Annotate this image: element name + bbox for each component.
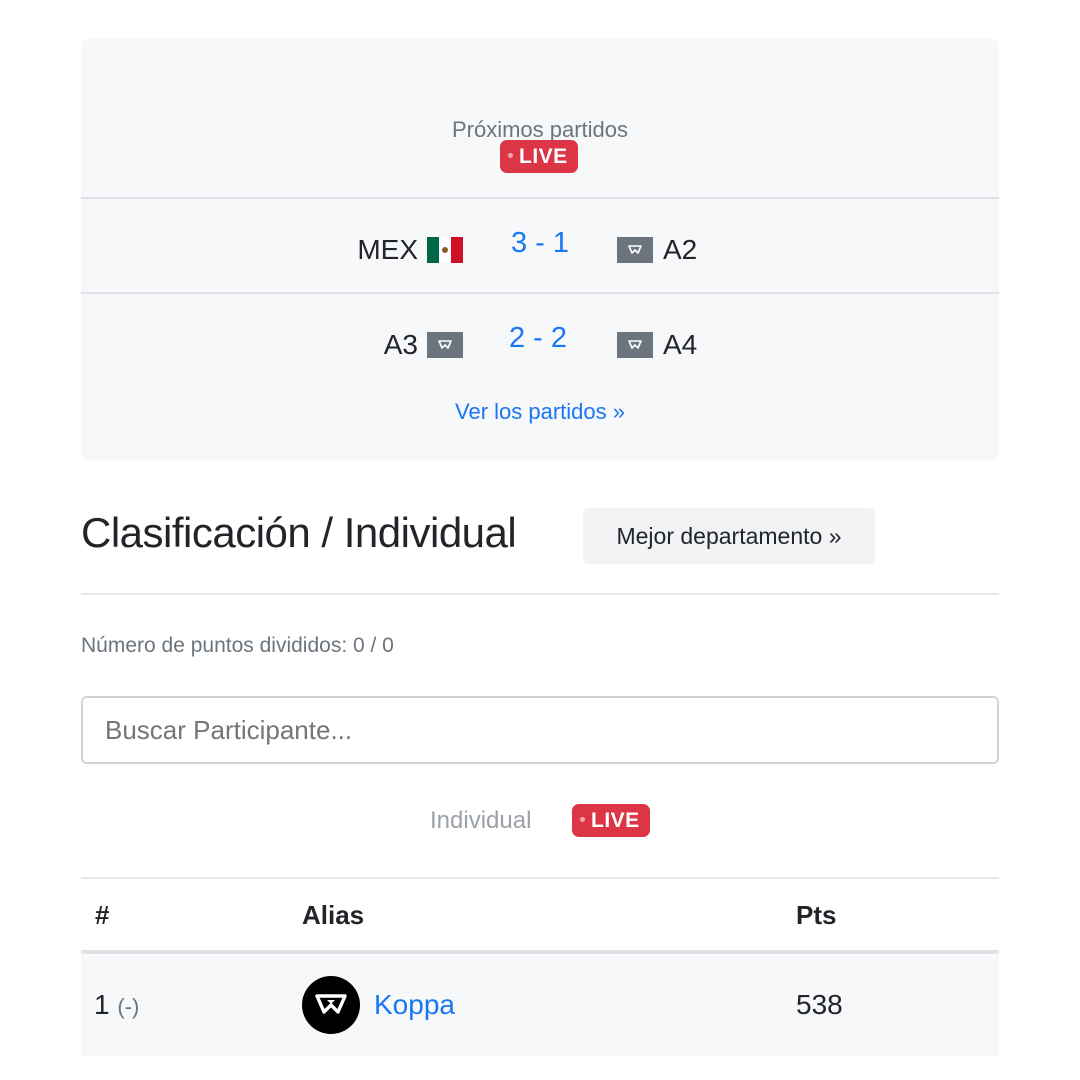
match-score[interactable]: 3 - 1 — [511, 227, 569, 259]
points-divided-text: Número de puntos divididos: 0 / 0 — [81, 634, 394, 657]
participant-alias-link[interactable]: Koppa — [374, 988, 455, 1022]
tab-individual[interactable]: Individual — [430, 806, 531, 836]
team-logo-flag-icon — [427, 332, 463, 358]
column-header-pts: Pts — [796, 900, 837, 930]
away-team-name: A4 — [663, 329, 698, 360]
rank-change: (-) — [117, 994, 140, 1019]
card-divider — [81, 292, 999, 294]
live-label: LIVE — [519, 145, 568, 168]
match-score[interactable]: 2 - 2 — [509, 322, 567, 354]
points-cell: 538 — [796, 989, 843, 1020]
see-matches-link[interactable]: Ver los partidos » — [81, 399, 999, 425]
mexico-flag-icon — [427, 237, 463, 263]
away-team-name: A2 — [663, 234, 698, 265]
search-participant-input[interactable] — [81, 696, 999, 764]
team-logo-flag-icon — [617, 332, 653, 358]
upcoming-matches-card: Próximos partidos LIVE MEX 3 - 1 A2 A3 2… — [81, 39, 999, 460]
section-divider — [81, 593, 999, 595]
page-title: Clasificación / Individual — [81, 509, 517, 556]
best-department-button[interactable]: Mejor departamento » — [583, 508, 875, 564]
column-header-alias: Alias — [302, 900, 365, 930]
rank-number: 1 — [94, 989, 110, 1020]
table-top-border — [81, 877, 999, 879]
table-row[interactable] — [81, 955, 999, 1056]
team-logo-icon — [315, 994, 347, 1014]
rank-cell: 1 (-) — [94, 988, 139, 1024]
live-dot-icon — [508, 153, 513, 159]
home-team-name: A3 — [383, 329, 418, 360]
home-team-name: MEX — [357, 234, 418, 265]
live-dot-icon — [580, 817, 585, 823]
live-badge: LIVE — [572, 804, 650, 837]
table-header-border — [81, 950, 999, 954]
avatar — [302, 976, 360, 1034]
column-header-rank: # — [95, 900, 110, 930]
team-logo-flag-icon — [617, 237, 653, 263]
live-label: LIVE — [591, 809, 640, 832]
live-badge: LIVE — [500, 140, 578, 173]
card-divider — [81, 197, 999, 199]
